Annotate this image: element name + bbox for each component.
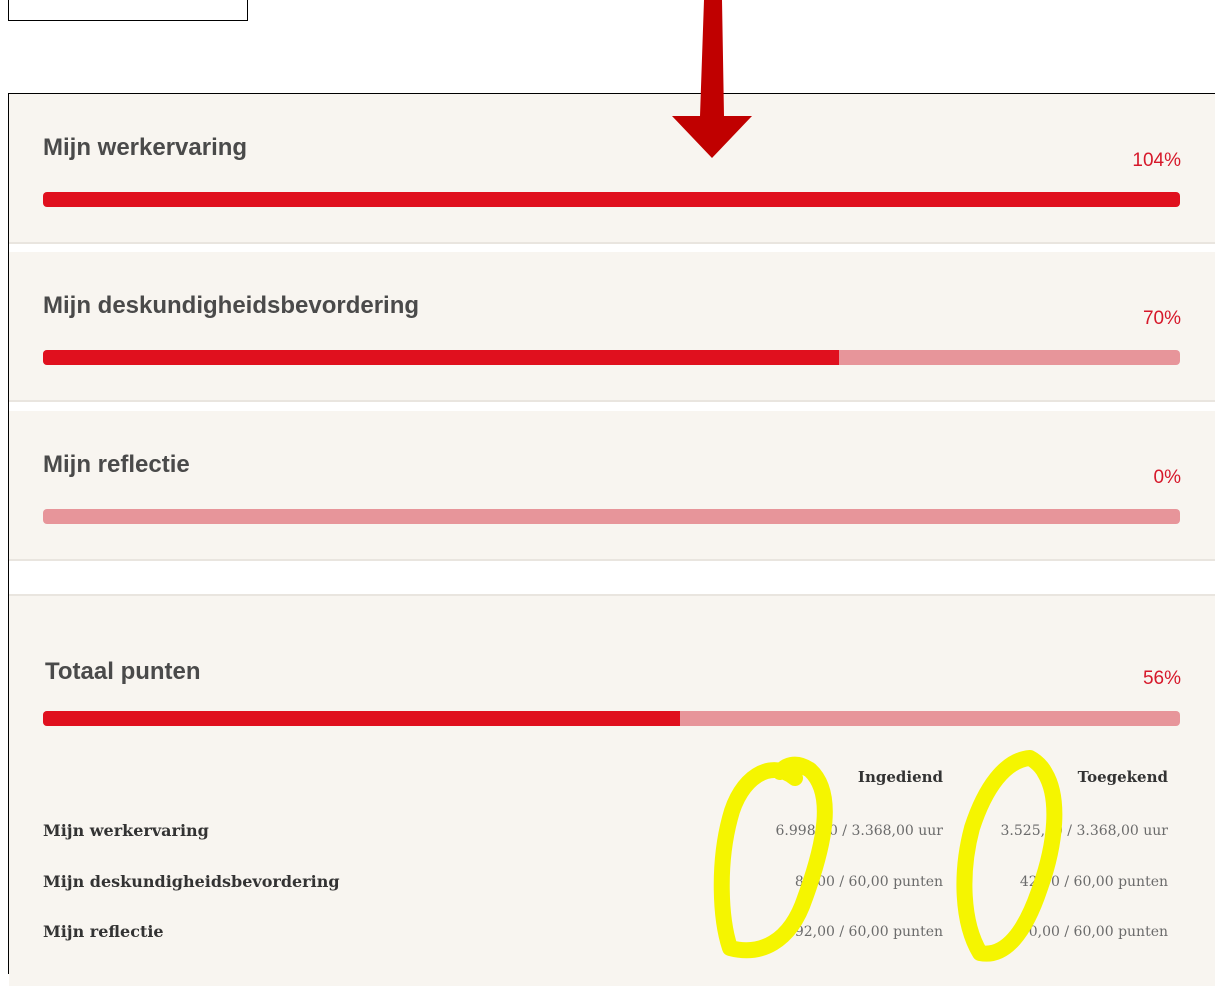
section-title: Mijn werkervaring bbox=[43, 134, 248, 161]
progress-bar bbox=[43, 192, 1180, 207]
down-arrow-shape bbox=[672, 0, 752, 158]
percent-label: 70% bbox=[1142, 308, 1181, 329]
section-title: Mijn reflectie bbox=[43, 451, 190, 478]
highlighter-stroke-ingediend bbox=[713, 756, 833, 959]
progress-bar-fill bbox=[43, 711, 680, 726]
progress-bar-fill bbox=[43, 192, 1180, 207]
progress-bar bbox=[43, 509, 1180, 524]
top-box-frame bbox=[8, 0, 248, 21]
row-label: Mijn deskundigheidsbevordering bbox=[43, 872, 340, 891]
percent-label: 104% bbox=[1132, 150, 1181, 171]
percent-label: 56% bbox=[1142, 668, 1181, 689]
section-deskundigheidsbevordering: Mijn deskundigheidsbevordering 70% bbox=[9, 252, 1215, 402]
section-title: Mijn deskundigheidsbevordering bbox=[43, 292, 420, 319]
section-reflectie: Mijn reflectie 0% bbox=[9, 411, 1215, 561]
highlighter-circle-icon bbox=[713, 750, 1063, 962]
progress-bar bbox=[43, 711, 1180, 726]
section-title: Totaal punten bbox=[45, 658, 201, 685]
row-label: Mijn werkervaring bbox=[43, 821, 209, 840]
progress-bar-fill bbox=[43, 350, 839, 365]
down-arrow-icon bbox=[672, 0, 752, 158]
progress-bar bbox=[43, 350, 1180, 365]
highlighter-stroke-toegekend bbox=[956, 750, 1063, 962]
section-werkervaring: Mijn werkervaring 104% bbox=[9, 94, 1215, 244]
row-label: Mijn reflectie bbox=[43, 922, 164, 941]
percent-label: 0% bbox=[1153, 467, 1181, 488]
